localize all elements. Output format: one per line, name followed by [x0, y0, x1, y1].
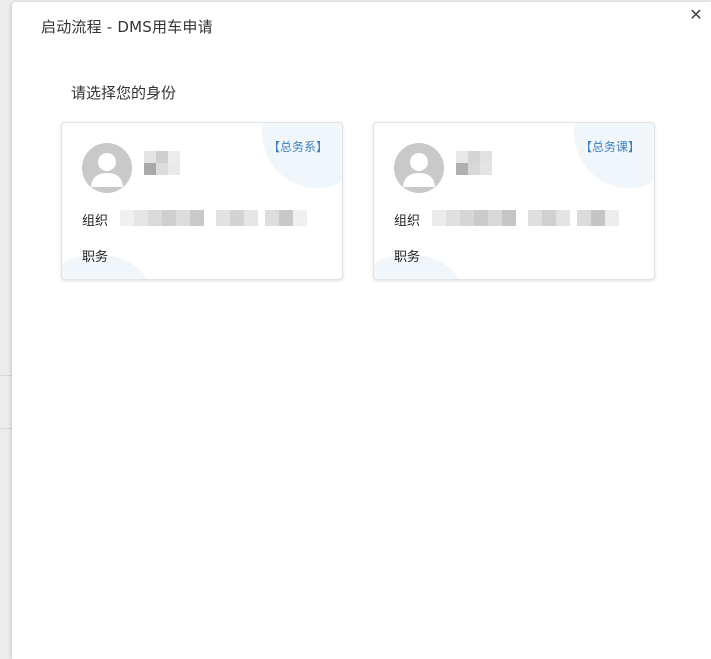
- duty-label: 职务: [394, 250, 421, 265]
- identity-card[interactable]: 【总务系】 组织 职务: [61, 122, 343, 280]
- backdrop-divider: [0, 375, 12, 376]
- org-label: 组织: [82, 214, 109, 229]
- close-icon: ✕: [689, 5, 703, 24]
- start-process-dialog: 启动流程 - DMS用车申请 ✕ 请选择您的身份 【总务系】 组织 职务 【总务…: [12, 2, 711, 659]
- org-value-redacted: [432, 208, 627, 228]
- card-decoration: [262, 123, 342, 188]
- identity-card[interactable]: 【总务课】 组织 职务: [373, 122, 655, 280]
- department-tag: 【总务系】: [267, 140, 328, 154]
- user-avatar-icon: [394, 143, 444, 193]
- backdrop-divider: [0, 428, 12, 429]
- org-value-redacted: [120, 208, 315, 228]
- department-tag: 【总务课】: [579, 140, 640, 154]
- identity-prompt: 请选择您的身份: [71, 84, 177, 102]
- user-avatar-icon: [82, 143, 132, 193]
- duty-label: 职务: [82, 250, 109, 265]
- org-label: 组织: [394, 214, 421, 229]
- user-name-redacted: [144, 151, 182, 175]
- user-name-redacted: [456, 151, 494, 175]
- close-button[interactable]: ✕: [688, 7, 704, 23]
- card-decoration: [574, 123, 654, 188]
- dialog-title: 启动流程 - DMS用车申请: [41, 18, 213, 36]
